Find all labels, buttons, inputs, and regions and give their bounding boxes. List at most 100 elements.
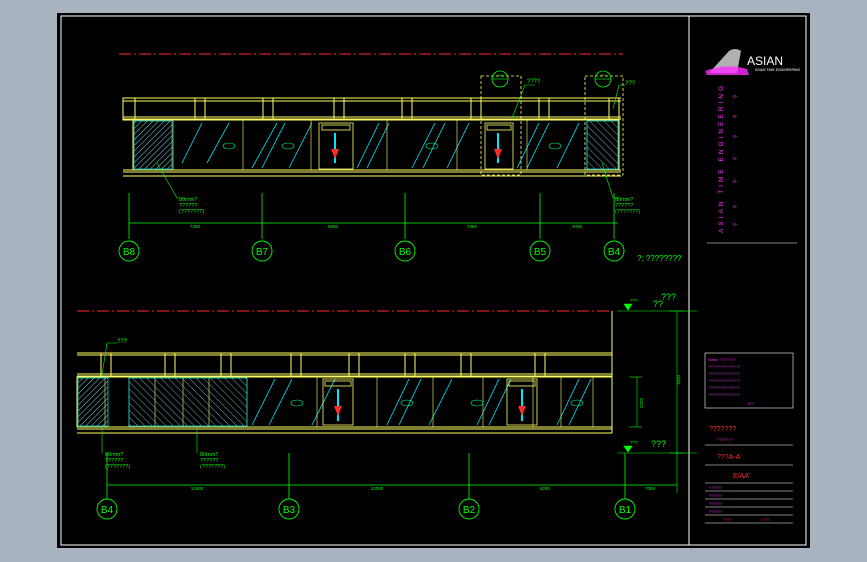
lower-dimension-line xyxy=(106,453,677,499)
upper-material-note-right: 80mm? ?????? (???????) xyxy=(615,197,640,215)
upper-door-1 xyxy=(318,122,354,170)
upper-glass-wall xyxy=(132,119,620,171)
lower-axis-b2-label: B2 xyxy=(463,505,476,516)
upper-glass-reflections xyxy=(181,122,580,169)
svg-text:o-: o- xyxy=(733,156,738,162)
title-row-4: ?????? xyxy=(709,509,723,514)
svg-text:o-: o- xyxy=(733,134,738,140)
drawing-sub: ??????? xyxy=(717,437,733,442)
upper-hatch-right xyxy=(586,120,619,170)
level-top-small: ??? xyxy=(630,298,638,303)
logo-text: ASIAN xyxy=(747,54,783,68)
upper-axis-b8: B8 xyxy=(118,240,140,262)
upper-ceiling xyxy=(122,97,621,121)
lower-top-callout: ??? xyxy=(117,339,128,345)
upper-dimension-line xyxy=(128,193,618,239)
svg-text:o-: o- xyxy=(733,222,738,228)
marker-a-label: ??? xyxy=(497,73,504,78)
lower-door-1 xyxy=(322,378,354,426)
lower-axis-b4-label: B4 xyxy=(101,505,114,516)
drawing-name: ??????? xyxy=(709,426,736,433)
marker-b-label: ??? xyxy=(600,73,607,78)
lower-hatch-center xyxy=(128,377,248,427)
upper-axis-b4: B4 xyxy=(603,240,625,262)
logo-subtext: ASIAN TIME ENGINEERING xyxy=(755,68,801,72)
lower-axis-b1: B1 xyxy=(614,498,636,520)
cad-drawing: ??? ??? ???? ??? 80mm? ?????? (???????) … xyxy=(60,15,807,546)
upper-leaders xyxy=(156,84,625,199)
level-top-2: ?? xyxy=(653,299,663,309)
title-row-3: ?????? xyxy=(709,501,723,506)
lower-elevation: ??? ??? ?? ??? ??? 2720 1650 ??? 80mm? ?… xyxy=(76,292,697,520)
level-top: ??? xyxy=(661,292,676,302)
level-bottom: ??? xyxy=(651,439,666,449)
lower-material-note-center: 80mm? ?????? (???????) xyxy=(200,452,225,470)
lower-axis-b4: B4 xyxy=(96,498,118,520)
svg-text:o-: o- xyxy=(733,94,738,100)
lower-door-2 xyxy=(506,378,538,426)
note-line-4: ???????????????? xyxy=(708,379,740,383)
note-line-2: ???????????????? xyxy=(708,365,740,369)
svg-text:o-: o- xyxy=(733,114,738,120)
upper-hatch-left xyxy=(133,120,173,170)
notes-text: Notes: ???????? ???????????????? ???????… xyxy=(708,358,740,397)
upper-axis-b4-label: B4 xyxy=(608,247,621,258)
upper-dim-2: 9000 xyxy=(328,224,339,229)
svg-text:o-: o- xyxy=(733,204,738,210)
title-table-rows: ?????? ?????? ?????? ?????? xyxy=(709,485,723,514)
footer-right: ???? xyxy=(761,517,771,522)
lower-dim-3: 8280 xyxy=(540,486,551,491)
upper-dimensions: 7250 9000 7250 4000 xyxy=(190,224,583,229)
company-logo: ASIAN ASIAN TIME ENGINEERING xyxy=(705,49,801,75)
lower-axis-b2: B2 xyxy=(458,498,480,520)
title-block: ASIAN ASIAN TIME ENGINEERING ASIAN TIME … xyxy=(704,49,801,524)
lower-dim-4: 7000 xyxy=(645,486,656,491)
upper-dim-3: 7250 xyxy=(467,224,478,229)
upper-note-left-line3: (???????) xyxy=(179,209,204,215)
lower-height-dim: 2720 xyxy=(639,397,644,408)
upper-top-callout: ???? xyxy=(527,79,541,85)
title-row-2: ?????? xyxy=(709,493,723,498)
upper-axis-b6: B6 xyxy=(394,240,416,262)
title-row-1: ?????? xyxy=(709,485,723,490)
note-line-6: ???????????????? xyxy=(708,393,740,397)
upper-dim-4: 4000 xyxy=(572,224,583,229)
upper-note: ?: ???????? xyxy=(637,254,682,263)
lower-level-marks xyxy=(617,303,697,493)
lower-dim-1: 10080 xyxy=(191,486,204,491)
upper-detail-marker-a: ??? xyxy=(491,70,509,88)
lower-dimensions: 10080 10080 8280 7000 xyxy=(191,486,656,491)
upper-material-note-left: 80mm? ?????? (???????) xyxy=(179,197,204,215)
upper-axis-b8-label: B8 xyxy=(123,247,136,258)
lower-note-left-line3: (???????) xyxy=(105,464,130,470)
lower-axis-b3: B3 xyxy=(278,498,300,520)
upper-door-2 xyxy=(484,122,514,170)
drawing-frame xyxy=(60,15,807,546)
lower-note-center-line3: (???????) xyxy=(200,464,225,470)
scale-label: ??? xyxy=(747,401,754,406)
drawing-code: E/AA' xyxy=(733,473,750,480)
lower-height-dim-2: 1650 xyxy=(676,374,681,385)
upper-note-right-line3: (???????) xyxy=(615,209,640,215)
upper-axis-b7-label: B7 xyxy=(256,247,269,258)
svg-text:o-: o- xyxy=(733,179,738,185)
note-line-1: Notes: ???????? xyxy=(708,358,735,362)
footer-left: ???? xyxy=(723,517,733,522)
lower-hatch-left xyxy=(77,377,109,427)
upper-axis-b5: B5 xyxy=(529,240,551,262)
upper-right-callout: ??? xyxy=(625,81,636,87)
level-bottom-small: ??? xyxy=(630,440,638,445)
upper-dim-1: 7250 xyxy=(190,224,201,229)
section-label: ???A-A' xyxy=(717,454,742,461)
drawing-sheet: ??? ??? ???? ??? 80mm? ?????? (???????) … xyxy=(57,13,810,548)
upper-axis-b6-label: B6 xyxy=(399,247,412,258)
lower-dim-2: 10080 xyxy=(371,486,384,491)
upper-glass-logos xyxy=(222,142,562,150)
upper-axis-b5-label: B5 xyxy=(534,247,547,258)
lower-axis-b3-label: B3 xyxy=(283,505,296,516)
note-line-5: ???????????????? xyxy=(708,386,740,390)
upper-floor xyxy=(123,169,621,177)
lower-material-note-left: 80mm? ?????? (???????) xyxy=(105,452,130,470)
lower-ceiling xyxy=(77,352,612,377)
upper-axis-b7: B7 xyxy=(251,240,273,262)
